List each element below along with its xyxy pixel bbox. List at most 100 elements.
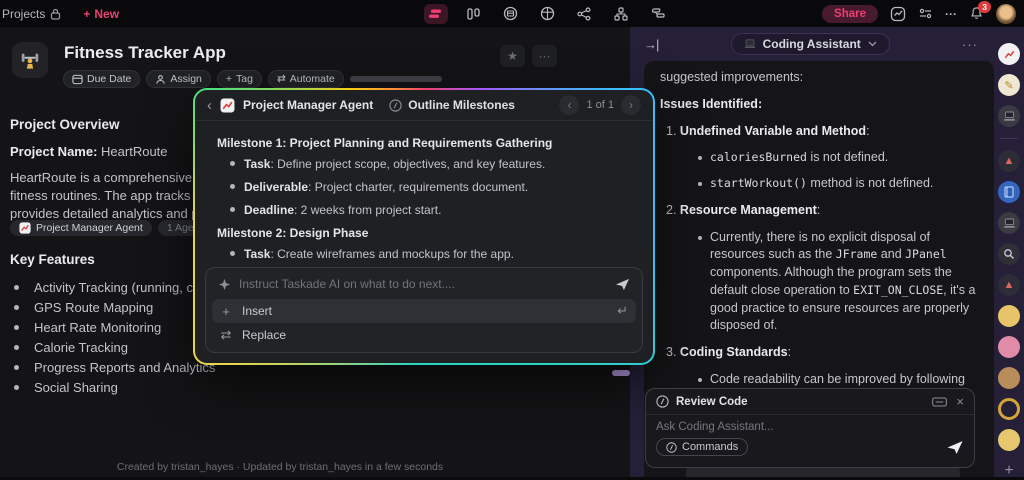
keyboard-icon[interactable]	[932, 396, 948, 407]
commands-button[interactable]: Commands	[656, 438, 749, 456]
ai-sparkle-icon	[218, 278, 231, 290]
more-icon[interactable]: ···	[945, 7, 957, 21]
command-slash-icon	[656, 395, 669, 408]
share-button[interactable]: Share	[822, 4, 878, 23]
ai-command-modal: ‹ Project Manager Agent Outline Mileston…	[193, 88, 655, 365]
modal-command: Outline Milestones	[389, 98, 515, 112]
project-name-line: Project Name: HeartRoute	[10, 144, 168, 159]
send-icon[interactable]	[615, 278, 630, 291]
settings-sliders-icon[interactable]	[918, 7, 933, 20]
milestone-heading: Milestone 1: Project Planning and Requir…	[217, 136, 553, 150]
calendar-view-icon[interactable]	[498, 4, 522, 24]
agent-chart-icon[interactable]	[998, 43, 1020, 65]
agent-laptop-icon[interactable]	[998, 105, 1020, 127]
feature-item: Heart Rate Monitoring	[14, 320, 161, 335]
agent-chart-icon	[220, 98, 235, 112]
ai-instruction-input[interactable]	[239, 277, 607, 291]
star-button[interactable]: ★	[500, 45, 525, 67]
org-chart-view-icon[interactable]	[535, 4, 559, 24]
feature-item: Activity Tracking (running, cyclin	[14, 280, 219, 295]
feature-item: Calorie Tracking	[14, 340, 128, 355]
feature-item: Progress Reports and Analytics	[14, 360, 215, 375]
agent-rocket-icon[interactable]: ▲	[998, 274, 1020, 296]
issue-1: 1. Undefined Variable and Method:	[666, 123, 870, 138]
plus-icon: +	[225, 73, 233, 85]
page-title[interactable]: Fitness Tracker App	[64, 43, 226, 63]
project-emoji-icon[interactable]	[12, 42, 48, 78]
issue-1-bullet: startWorkout() method is not defined.	[698, 175, 978, 193]
add-agent-button[interactable]: +	[1004, 462, 1013, 480]
activity-icon[interactable]	[890, 6, 906, 22]
feature-item: Social Sharing	[14, 380, 118, 395]
automation-icon: ⇄	[276, 73, 286, 85]
projects-menu[interactable]: Projects	[2, 7, 61, 21]
tag-chip[interactable]: + Tag	[216, 70, 262, 88]
agent-pill[interactable]: Project Manager Agent	[10, 220, 152, 236]
pager-prev-button[interactable]: ‹	[559, 95, 580, 115]
board-view-icon[interactable]	[461, 4, 485, 24]
plus-icon: +	[83, 6, 91, 21]
agent-clipboard-icon[interactable]	[998, 367, 1020, 389]
agent-ring-icon[interactable]	[998, 398, 1020, 420]
notification-badge: 3	[978, 1, 991, 13]
issue-1-bullet: caloriesBurned is not defined.	[698, 149, 978, 167]
insert-option[interactable]: + Insert ↵	[212, 299, 636, 323]
assign-chip[interactable]: Assign	[146, 70, 211, 88]
command-slash-icon	[666, 441, 677, 453]
document-meta-footer: Created by tristan_hayes · Updated by tr…	[116, 461, 444, 473]
milestone-item: Task: Define project scope, objectives, …	[230, 157, 639, 171]
agent-brain-icon[interactable]	[998, 336, 1020, 358]
issues-heading: Issues Identified:	[660, 96, 763, 111]
list-view-icon[interactable]	[424, 3, 449, 24]
issue-2-bullet: Currently, there is no explicit disposal…	[698, 229, 978, 336]
automate-chip[interactable]: ⇄ Automate	[267, 70, 344, 88]
milestone-item: Deliverable: Project charter, requiremen…	[230, 180, 639, 194]
agent-memo-icon[interactable]: ✎	[998, 74, 1020, 96]
agent-search-icon[interactable]	[998, 243, 1020, 265]
notifications-button[interactable]: 3	[969, 1, 991, 21]
features-heading: Key Features	[10, 252, 95, 267]
popup-title: Review Code	[676, 395, 748, 408]
description-line: fitness routines. The app tracks var	[10, 188, 213, 203]
milestone-heading: Milestone 2: Design Phase	[217, 226, 369, 240]
share-network-icon[interactable]	[572, 4, 596, 24]
assistant-input[interactable]	[656, 421, 964, 433]
workflow-view-icon[interactable]	[609, 4, 633, 24]
agent-angel-icon[interactable]	[998, 429, 1020, 451]
modal-content: Milestone 1: Project Planning and Requir…	[195, 121, 653, 263]
ai-input-container: + Insert ↵ ⇄ Replace	[205, 267, 643, 353]
milestone-item: Task: Create wireframes and mockups for …	[230, 247, 639, 261]
user-avatar[interactable]	[996, 3, 1016, 24]
description-line: HeartRoute is a comprehensive fitn	[10, 170, 214, 185]
modal-agent-name: Project Manager Agent	[243, 98, 374, 112]
automation-progress	[349, 76, 442, 82]
description-line: provides detailed analytics and pro	[10, 206, 211, 221]
overview-heading: Project Overview	[10, 117, 120, 132]
issue-3: 3. Coding Standards:	[666, 345, 792, 359]
issue-2: 2. Resource Management:	[666, 202, 821, 217]
agent-book-icon[interactable]	[998, 181, 1020, 203]
collapse-panel-icon[interactable]: →|	[644, 37, 659, 52]
mindmap-view-icon[interactable]	[646, 4, 670, 24]
chat-intro: suggested improvements:	[660, 70, 804, 84]
back-icon[interactable]: ‹	[207, 97, 212, 114]
close-icon[interactable]: ×	[956, 394, 964, 409]
command-slash-icon	[389, 98, 402, 112]
pager-next-button[interactable]: ›	[621, 95, 641, 115]
projects-label: Projects	[2, 6, 46, 21]
doc-more-button[interactable]: ···	[532, 45, 557, 67]
new-button[interactable]: + New	[83, 7, 119, 21]
agent-person-icon[interactable]	[998, 305, 1020, 327]
panel-more-icon[interactable]: ···	[962, 37, 978, 52]
scrollbar-thumb[interactable]	[612, 370, 630, 376]
agent-laptop-icon[interactable]	[998, 212, 1020, 234]
plus-icon: +	[222, 303, 230, 319]
milestone-item: Deadline: 2 weeks from project start.	[230, 203, 639, 217]
rail-divider	[1000, 138, 1018, 139]
agent-rocket-icon[interactable]: ▲	[998, 150, 1020, 172]
due-date-chip[interactable]: Due Date	[63, 70, 141, 88]
replace-option[interactable]: ⇄ Replace	[212, 323, 636, 347]
assistant-selector[interactable]: Coding Assistant	[730, 33, 890, 55]
send-icon[interactable]	[946, 440, 964, 455]
top-bar: Projects + New Share ··· 3	[0, 0, 1024, 27]
